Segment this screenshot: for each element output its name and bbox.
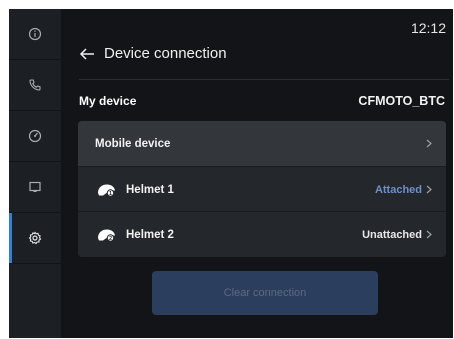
sidebar-item-info[interactable] [9,9,61,60]
my-device-label: My device [79,94,137,108]
helmet-row[interactable]: 1 Helmet 1 Attached [78,167,446,212]
header-divider [79,79,449,80]
helmet-icon: 1 [98,184,115,197]
chevron-right-icon [426,185,432,194]
helmet-2-status-group: Unattached [362,229,432,241]
my-device-value: CFMOTO_BTC [358,94,445,108]
gear-icon [28,231,42,245]
phone-icon [29,79,41,91]
sidebar-item-screen[interactable] [9,162,61,213]
sidebar-item-dashboard[interactable] [9,111,61,162]
helmet-2-label-group: 2 Helmet 2 [95,228,174,242]
info-icon [28,27,42,41]
clear-connection-button[interactable]: Clear connection [152,271,378,315]
helmet-1-status: Attached [374,183,422,196]
page-title: Device connection [104,45,227,62]
chevron-right-icon [426,230,432,239]
helmet-1-label-group: 1 Helmet 1 [95,183,174,197]
mobile-device-label: Mobile device [95,137,171,150]
svg-text:2: 2 [109,236,112,242]
mobile-device-row[interactable]: Mobile device [78,121,446,166]
screen-cast-icon [29,181,41,192]
chevron-right-icon [426,139,432,148]
back-arrow-icon[interactable] [79,47,95,61]
main-panel: 12:12 Device connection My device CFMOTO… [61,9,453,338]
app-frame: 12:12 Device connection My device CFMOTO… [9,9,453,338]
helmet-row[interactable]: 2 Helmet 2 Unattached [78,212,446,257]
mobile-device-card: Mobile device 1 Helmet 1 Attached 2 Helm… [78,121,446,257]
svg-text:1: 1 [109,191,112,197]
page-header: Device connection [79,45,227,62]
helmet-icon: 2 [98,229,115,242]
helmet-1-status-group: Attached [375,184,432,196]
helmet-1-label: Helmet 1 [126,183,174,196]
sidebar-item-settings[interactable] [9,213,61,264]
helmet-2-status: Unattached [362,228,422,241]
sidebar [9,9,61,338]
helmet-2-label: Helmet 2 [126,228,174,241]
my-device-row: My device CFMOTO_BTC [79,89,445,113]
sidebar-item-phone[interactable] [9,60,61,111]
status-time: 12:12 [410,20,446,36]
gauge-icon [28,129,42,143]
